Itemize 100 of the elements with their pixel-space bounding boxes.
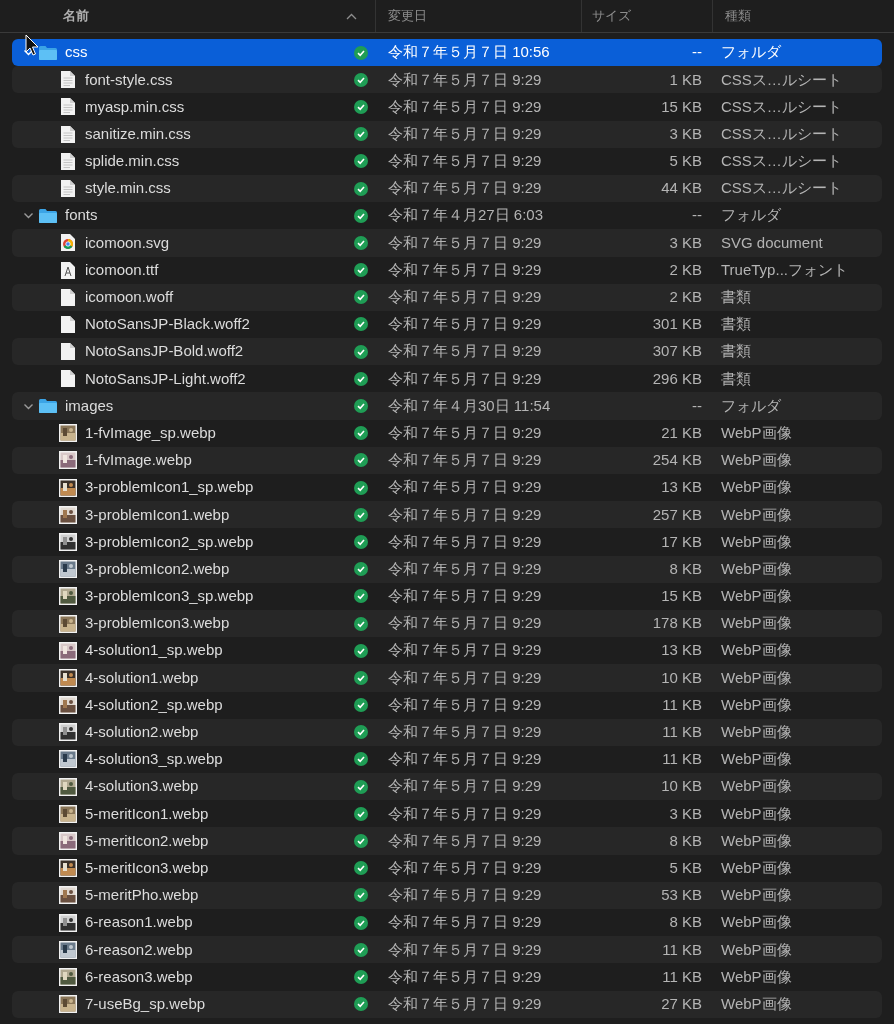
file-size: 11 KB [661,722,702,743]
file-kind: 書類 [721,287,751,308]
file-row[interactable]: myasp.min.css 令和７年５月７日 9:29 15 KB CSSス…ルシート [12,93,882,121]
check-icon [354,344,368,359]
file-row[interactable]: 3-problemIcon1.webp 令和７年５月７日 9:29 257 KB WebP画像 [12,501,882,529]
file-name: NotoSansJP-Light.woff2 [85,368,246,389]
file-size: 296 KB [651,368,702,389]
column-header[interactable]: 種類 [725,6,751,26]
text-document-icon [60,179,76,199]
check-icon [354,562,368,577]
file-name: icomoon.svg [85,232,170,253]
file-size: 11 KB [661,939,702,960]
file-name: 6-reason1.webp [85,912,193,933]
modified-date: 令和７年５月７日 9:29 [388,885,543,906]
file-row[interactable]: 4-solution1_sp.webp 令和７年５月７日 9:29 13 KB WebP画像 [12,637,882,665]
file-name: 5-meritPho.webp [85,885,199,906]
file-kind: フォルダ [721,42,781,63]
file-kind: WebP画像 [721,640,792,661]
file-kind: WebP画像 [721,830,792,851]
file-row[interactable]: icomoon.svg 令和７年５月７日 9:29 3 KB SVG document [12,229,882,257]
file-size: 8 KB [668,558,702,579]
modified-date: 令和７年５月７日 9:29 [388,613,543,634]
file-row[interactable]: splide.min.css 令和７年５月７日 9:29 5 KB CSSス…ルシート [12,147,882,175]
file-kind: WebP画像 [721,749,792,770]
file-row[interactable]: fonts 令和７年４月27日 6:03 -- フォルダ [12,202,882,230]
file-row[interactable]: 3-problemIcon3.webp 令和７年５月７日 9:29 178 KB WebP画像 [12,609,882,638]
check-icon [354,888,368,903]
file-row[interactable]: 3-problemIcon2.webp 令和７年５月７日 9:29 8 KB WebP画像 [12,555,882,583]
file-row[interactable]: NotoSansJP-Light.woff2 令和７年５月７日 9:29 296 KB 書類 [12,365,882,393]
file-row[interactable]: 1-fvImage.webp 令和７年５月７日 9:29 254 KB WebP画像 [12,446,882,474]
file-row[interactable]: 3-problemIcon3_sp.webp 令和７年５月７日 9:29 15 KB WebP画像 [12,582,882,610]
file-row[interactable]: NotoSansJP-Bold.woff2 令和７年５月７日 9:29 307 KB 書類 [12,338,882,366]
sort-chevron-icon[interactable] [346,12,357,20]
file-name: font-style.css [85,69,173,90]
file-row[interactable]: 4-solution3.webp 令和７年５月７日 9:29 10 KB WebP画像 [12,773,882,801]
file-row[interactable]: 7-useBg_sp.webp 令和７年５月７日 9:29 27 KB WebP画像 [12,990,882,1018]
file-row[interactable]: images 令和７年４月30日 11:54 -- フォルダ [12,392,882,420]
check-icon [354,72,368,87]
check-icon [354,997,368,1012]
check-icon [354,915,368,930]
file-size: 307 KB [651,341,702,362]
check-icon [354,779,368,794]
check-icon [354,453,368,468]
file-row[interactable]: 5-meritIcon3.webp 令和７年５月７日 9:29 5 KB WebP画像 [12,854,882,882]
file-row[interactable]: style.min.css 令和７年５月７日 9:29 44 KB CSSス…ルシート [12,174,882,203]
file-name: icomoon.woff [85,287,174,308]
file-row[interactable]: 3-problemIcon1_sp.webp 令和７年５月７日 9:29 13 KB WebP画像 [12,474,882,502]
file-row[interactable]: 4-solution2.webp 令和７年５月７日 9:29 11 KB WebP画像 [12,718,882,746]
file-row[interactable]: 4-solution3_sp.webp 令和７年５月７日 9:29 11 KB WebP画像 [12,745,882,774]
modified-date: 令和７年５月７日 9:29 [388,939,543,960]
file-kind: WebP画像 [721,966,792,987]
file-size: 5 KB [668,151,702,172]
file-kind: WebP画像 [721,722,792,743]
file-row[interactable]: icomoon.ttf 令和７年５月７日 9:29 2 KB TrueTyp...フォント [12,256,882,284]
modified-date: 令和７年５月７日 9:29 [388,477,543,498]
column-header[interactable]: 変更日 [388,6,427,26]
file-size: 301 KB [651,314,702,335]
file-size: 17 KB [660,531,702,552]
file-name: 5-meritIcon1.webp [85,803,209,824]
file-row[interactable]: sanitize.min.css 令和７年５月７日 9:29 3 KB CSSス…ルシート [12,120,882,148]
file-kind: WebP画像 [721,803,792,824]
file-row[interactable]: 6-reason3.webp 令和７年５月７日 9:29 11 KB WebP画像 [12,963,882,991]
file-row[interactable]: 6-reason2.webp 令和７年５月７日 9:29 11 KB WebP画像 [12,936,882,964]
file-row[interactable]: 5-meritIcon1.webp 令和７年５月７日 9:29 3 KB WebP画像 [12,800,882,828]
file-name: 3-problemIcon3.webp [85,613,230,634]
file-kind: WebP画像 [721,422,792,443]
file-row[interactable]: 6-reason1.webp 令和７年５月７日 9:29 8 KB WebP画像 [12,909,882,937]
check-icon [354,725,368,740]
modified-date: 令和７年５月７日 9:29 [388,694,543,715]
file-size: 11 KB [661,966,702,987]
file-kind: WebP画像 [721,586,792,607]
file-row[interactable]: icomoon.woff 令和７年５月７日 9:29 2 KB 書類 [12,283,882,311]
file-size: 44 KB [660,178,702,199]
file-name: 5-meritIcon2.webp [85,830,209,851]
file-row[interactable]: css 令和７年５月７日 10:56 -- フォルダ [12,39,882,67]
modified-date: 令和７年５月７日 9:29 [388,504,543,525]
file-kind: SVG document [721,232,823,253]
file-row[interactable]: 1-fvImage_sp.webp 令和７年５月７日 9:29 21 KB WebP画像 [12,419,882,447]
file-row[interactable]: 5-meritPho.webp 令和７年５月７日 9:29 53 KB WebP画像 [12,881,882,909]
file-name: 3-problemIcon2.webp [85,558,230,579]
file-row[interactable]: 3-problemIcon2_sp.webp 令和７年５月７日 9:29 17 KB WebP画像 [12,528,882,556]
check-icon [354,99,368,114]
check-icon [354,507,368,522]
modified-date: 令和７年４月30日 11:54 [388,395,552,416]
modified-date: 令和７年５月７日 9:29 [388,667,543,688]
file-row[interactable]: font-style.css 令和７年５月７日 9:29 1 KB CSSス…ルシート [12,66,882,94]
file-kind: WebP画像 [721,613,792,634]
column-header[interactable]: 名前 [63,6,89,26]
file-row[interactable]: 4-solution1.webp 令和７年５月７日 9:29 10 KB WebP画像 [12,664,882,692]
column-header[interactable]: サイズ [592,6,631,26]
file-row[interactable]: 5-meritIcon2.webp 令和７年５月７日 9:29 8 KB WebP画像 [12,827,882,855]
check-icon [354,399,368,414]
file-size: 15 KB [660,586,702,607]
file-row[interactable]: NotoSansJP-Black.woff2 令和７年５月７日 9:29 301 KB 書類 [12,310,882,339]
file-row[interactable]: 4-solution2_sp.webp 令和７年５月７日 9:29 11 KB WebP画像 [12,691,882,719]
file-name: sanitize.min.css [85,123,191,144]
file-size: 21 KB [660,422,702,443]
file-kind: WebP画像 [721,993,792,1014]
file-name: NotoSansJP-Black.woff2 [85,314,250,335]
folder-icon [38,44,58,61]
